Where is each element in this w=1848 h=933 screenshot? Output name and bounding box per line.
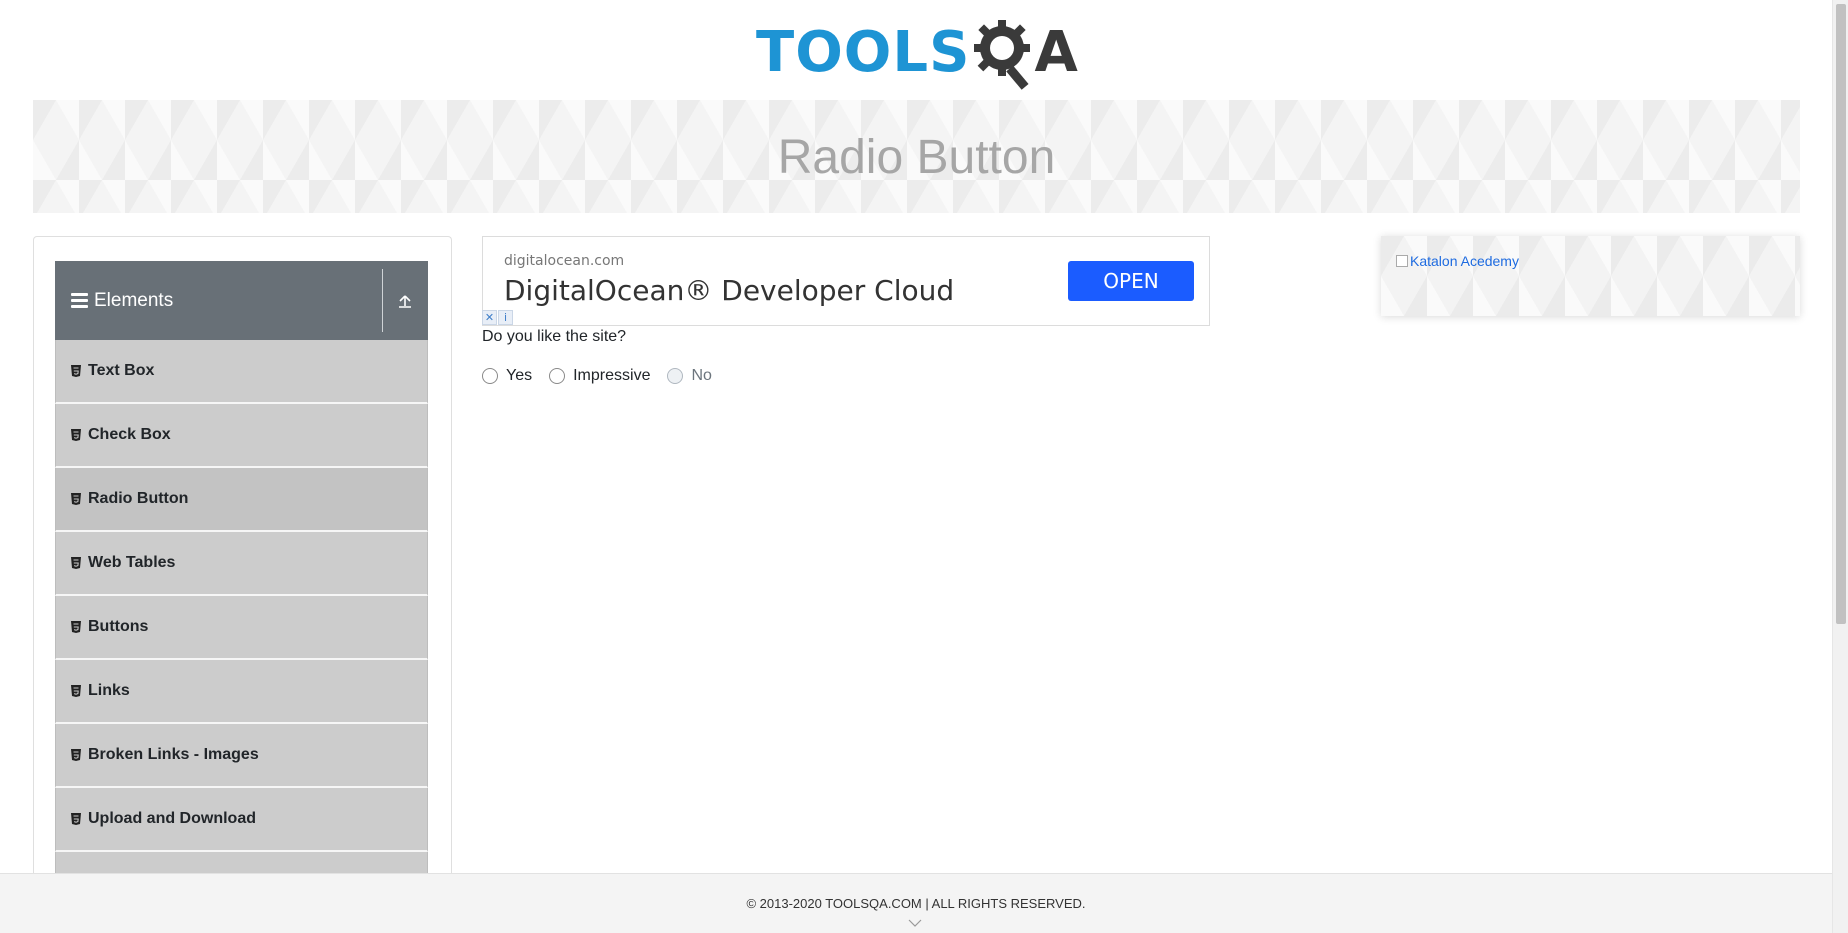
sidebar-item-upload-download[interactable]: Upload and Download xyxy=(55,788,428,852)
ad-choices: ✕ i xyxy=(482,310,513,325)
sidebar-item-label: Broken Links - Images xyxy=(88,746,259,763)
html5-icon xyxy=(71,813,81,825)
sidebar-group-elements[interactable]: Elements xyxy=(55,261,428,340)
copyright-text: © 2013-2020 TOOLSQA.COM | ALL RIGHTS RES… xyxy=(746,896,1086,911)
hamburger-icon xyxy=(71,293,88,308)
radio-circle[interactable] xyxy=(549,368,566,384)
sidebar-item-label: Links xyxy=(88,682,130,699)
sidebar: Elements Text Box Check Box Radio Button xyxy=(33,236,452,933)
page-title: Radio Button xyxy=(777,131,1056,184)
broken-image-alt: Katalon Acedemy xyxy=(1410,253,1519,269)
page-scrollbar[interactable] xyxy=(1832,0,1848,933)
sidebar-item-text-box[interactable]: Text Box xyxy=(55,340,428,404)
page: TOOLS A Radio Button Elements Text Box C… xyxy=(0,0,1848,933)
sidebar-item-radio-button[interactable]: Radio Button xyxy=(55,468,428,532)
html5-icon xyxy=(71,685,81,697)
sidebar-item-web-tables[interactable]: Web Tables xyxy=(55,532,428,596)
page-banner: Radio Button xyxy=(33,100,1800,213)
html5-icon xyxy=(71,621,81,633)
html5-icon xyxy=(71,493,81,505)
sidebar-group-title: Elements xyxy=(94,289,174,311)
sidebar-item-label: Text Box xyxy=(88,362,155,379)
sidebar-item-broken-links[interactable]: Broken Links - Images xyxy=(55,724,428,788)
html5-icon xyxy=(71,429,81,441)
collapse-arrow-icon[interactable] xyxy=(392,289,418,313)
broken-image-icon xyxy=(1396,255,1408,267)
question-text: Do you like the site? xyxy=(482,328,627,345)
radio-circle[interactable] xyxy=(482,368,498,384)
radio-label[interactable]: Yes xyxy=(506,367,532,385)
html5-icon xyxy=(71,557,81,569)
ad-title[interactable]: DigitalOcean® Developer Cloud xyxy=(504,274,954,307)
sidebar-item-label: Check Box xyxy=(88,426,171,443)
sidebar-menu: Text Box Check Box Radio Button Web Tabl… xyxy=(55,340,428,916)
right-ad-banner[interactable]: Katalon Acedemy xyxy=(1381,236,1800,316)
radio-no: No xyxy=(667,367,712,385)
sidebar-item-buttons[interactable]: Buttons xyxy=(55,596,428,660)
html5-icon xyxy=(71,365,81,377)
header-divider xyxy=(382,269,383,332)
gear-magnifier-icon xyxy=(974,20,1031,90)
sidebar-item-label: Radio Button xyxy=(88,490,189,507)
scrollbar-thumb[interactable] xyxy=(1836,4,1846,624)
ad-domain: digitalocean.com xyxy=(504,253,625,269)
radio-circle xyxy=(667,368,684,384)
html5-icon xyxy=(71,749,81,761)
toolsqa-logo[interactable]: TOOLS A xyxy=(756,14,1081,92)
radio-label[interactable]: Impressive xyxy=(573,367,650,385)
radio-yes[interactable]: Yes xyxy=(482,367,532,385)
ad-close-icon[interactable]: ✕ xyxy=(482,310,497,325)
logo-text-tools: TOOLS xyxy=(756,20,971,85)
radio-impressive[interactable]: Impressive xyxy=(549,367,650,385)
ad-info-icon[interactable]: i xyxy=(498,310,513,325)
sidebar-item-check-box[interactable]: Check Box xyxy=(55,404,428,468)
ad-open-button[interactable]: OPEN xyxy=(1068,261,1194,301)
sidebar-item-label: Web Tables xyxy=(88,554,176,571)
radio-label: No xyxy=(691,367,712,384)
broken-image-link[interactable]: Katalon Acedemy xyxy=(1396,253,1519,269)
footer: © 2013-2020 TOOLSQA.COM | ALL RIGHTS RES… xyxy=(0,873,1832,933)
radio-group: Yes Impressive No xyxy=(482,367,729,385)
ad-banner[interactable]: digitalocean.com DigitalOcean® Developer… xyxy=(482,236,1210,326)
sidebar-item-label: Upload and Download xyxy=(88,810,256,827)
sidebar-item-label: Buttons xyxy=(88,618,149,635)
sidebar-item-links[interactable]: Links xyxy=(55,660,428,724)
logo-text-a: A xyxy=(1034,20,1078,85)
chevron-down-icon[interactable] xyxy=(908,918,922,928)
